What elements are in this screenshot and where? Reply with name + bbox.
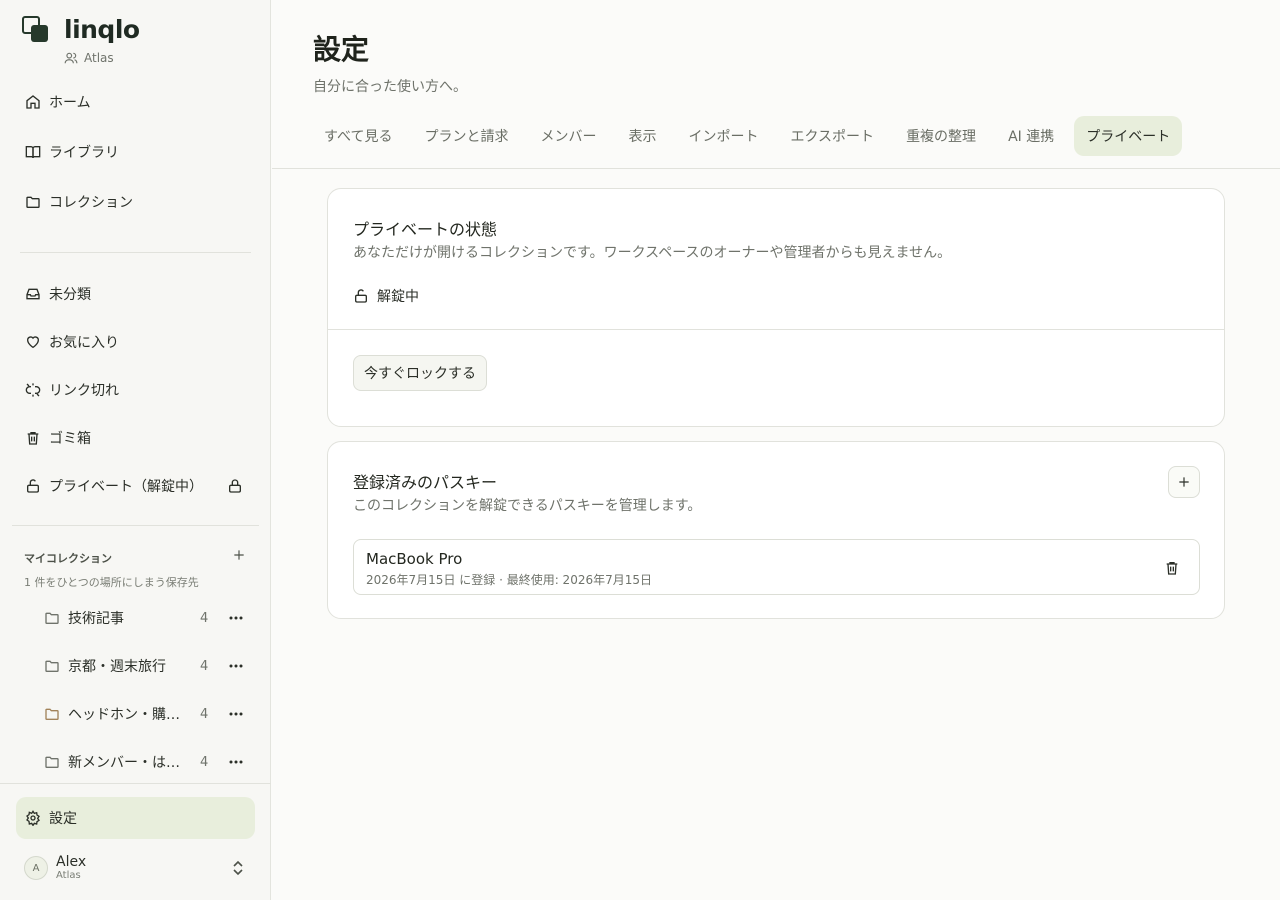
sidebar-item-trash[interactable]: ゴミ箱 [16, 418, 255, 458]
sidebar-divider [12, 525, 259, 526]
app-logo[interactable]: linqlo [20, 14, 140, 44]
sidebar-item-home[interactable]: ホーム [16, 82, 255, 122]
page-title: 設定 [313, 33, 370, 66]
tabs-divider [272, 168, 1280, 169]
collection-name: ヘッドホン・購入検討 [68, 707, 186, 723]
passkeys-title: 登録済みのパスキー [353, 473, 498, 492]
my-collections-title: マイコレクション [24, 552, 112, 565]
avatar: A [24, 856, 48, 880]
app-name: linqlo [64, 14, 140, 44]
my-collections-subtitle: 1 件をひとつの場所にしまう保存先 [24, 576, 199, 589]
sidebar-item-private[interactable]: プライベート（解錠中） [16, 466, 255, 506]
sidebar-item-label: プライベート（解錠中） [49, 479, 203, 495]
user-info: Alex Atlas [56, 853, 87, 882]
sidebar-item-label: リンク切れ [49, 383, 119, 399]
tab-duplicates[interactable]: 重複の整理 [894, 116, 988, 156]
collection-count: 4 [200, 754, 209, 770]
chevron-up-down-icon [231, 860, 245, 880]
tab-import[interactable]: インポート [676, 116, 770, 156]
user-workspace: Atlas [56, 869, 81, 881]
sidebar: linqlo Atlas ホーム ライブラリ コレクション 未分類 お気に入り … [0, 0, 271, 900]
passkey-name: MacBook Pro [366, 550, 463, 568]
collection-count: 4 [200, 706, 209, 722]
passkey-meta: 2026年7月15日 に登録 · 最終使用: 2026年7月15日 [366, 573, 653, 587]
tab-display[interactable]: 表示 [616, 116, 668, 156]
lock-icon[interactable] [227, 478, 243, 498]
more-icon[interactable] [226, 656, 246, 676]
delete-passkey-button[interactable] [1161, 557, 1183, 579]
private-status-card: プライベートの状態 あなただけが開けるコレクションです。ワークスペースのオーナー… [327, 188, 1225, 427]
collection-item[interactable]: 京都・週末旅行 4 [36, 648, 255, 684]
collection-item[interactable]: 技術記事 4 [36, 600, 255, 636]
folder-icon [24, 194, 41, 211]
status-badge: 解錠中 [353, 286, 419, 306]
more-icon[interactable] [226, 704, 246, 724]
lock-now-button[interactable]: 今すぐロックする [353, 355, 487, 391]
page-subtitle: 自分に合った使い方へ。 [313, 79, 467, 95]
folder-icon [44, 754, 60, 770]
collection-name: 新メンバー・はじめに [68, 755, 186, 771]
sidebar-item-favorites[interactable]: お気に入り [16, 322, 255, 362]
sidebar-item-label: ライブラリ [49, 145, 119, 161]
gear-icon [24, 810, 41, 827]
sidebar-item-label: 未分類 [49, 287, 91, 303]
sidebar-item-broken-links[interactable]: リンク切れ [16, 370, 255, 410]
book-icon [24, 144, 41, 161]
main-content: 設定 自分に合った使い方へ。 すべて見る プランと請求 メンバー 表示 インポー… [272, 0, 1280, 900]
add-passkey-button[interactable] [1168, 466, 1200, 498]
unlock-icon [355, 289, 367, 303]
unlock-icon [24, 478, 41, 495]
tab-plan-billing[interactable]: プランと請求 [412, 116, 520, 156]
tab-members[interactable]: メンバー [528, 116, 608, 156]
logo-icon [20, 14, 50, 44]
sidebar-divider [20, 252, 251, 253]
private-status-title: プライベートの状態 [353, 220, 498, 239]
collection-name: 技術記事 [68, 611, 124, 627]
sidebar-item-uncategorized[interactable]: 未分類 [16, 274, 255, 314]
folder-icon [44, 658, 60, 674]
plus-icon [234, 550, 244, 560]
tab-private[interactable]: プライベート [1074, 116, 1183, 156]
settings-tabs: すべて見る プランと請求 メンバー 表示 インポート エクスポート 重複の整理 … [312, 116, 1190, 156]
collection-item[interactable]: ヘッドホン・購入検討 4 [36, 696, 255, 732]
sidebar-item-collections[interactable]: コレクション [16, 182, 255, 222]
sidebar-item-label: ホーム [49, 95, 91, 111]
sidebar-item-library[interactable]: ライブラリ [16, 132, 255, 172]
trash-icon [1166, 562, 1178, 575]
collection-item[interactable]: 新メンバー・はじめに 4 [36, 744, 255, 780]
collection-name: 京都・週末旅行 [68, 659, 166, 675]
folder-icon [44, 610, 60, 626]
passkeys-description: このコレクションを解錠できるパスキーを管理します。 [353, 498, 702, 514]
inbox-icon [24, 286, 41, 303]
add-collection-button[interactable] [229, 545, 249, 565]
sidebar-item-label: ゴミ箱 [49, 431, 91, 447]
sidebar-divider [0, 783, 271, 784]
users-icon [64, 52, 78, 64]
collection-count: 4 [200, 610, 209, 626]
tab-ai[interactable]: AI 連携 [996, 116, 1066, 156]
more-icon[interactable] [226, 752, 246, 772]
folder-icon [44, 706, 60, 722]
tab-export[interactable]: エクスポート [778, 116, 886, 156]
collection-count: 4 [200, 658, 209, 674]
plus-icon [1179, 477, 1189, 487]
heart-icon [24, 334, 41, 351]
sidebar-item-label: コレクション [49, 195, 133, 211]
home-icon [24, 94, 41, 111]
tab-all[interactable]: すべて見る [312, 116, 404, 156]
broken-link-icon [24, 382, 41, 399]
user-menu[interactable]: A Alex Atlas [16, 848, 255, 888]
sidebar-item-label: お気に入り [49, 335, 119, 351]
workspace-name: Atlas [64, 51, 114, 65]
more-icon[interactable] [226, 608, 246, 628]
card-divider [328, 329, 1224, 330]
sidebar-item-label: 設定 [49, 811, 77, 827]
private-status-description: あなただけが開けるコレクションです。ワークスペースのオーナーや管理者からも見えま… [353, 245, 952, 261]
passkey-item: MacBook Pro 2026年7月15日 に登録 · 最終使用: 2026年… [353, 539, 1200, 595]
trash-icon [24, 430, 41, 447]
passkeys-card: 登録済みのパスキー このコレクションを解錠できるパスキーを管理します。 MacB… [327, 441, 1225, 619]
sidebar-item-settings[interactable]: 設定 [16, 797, 255, 839]
user-name: Alex [56, 853, 87, 870]
